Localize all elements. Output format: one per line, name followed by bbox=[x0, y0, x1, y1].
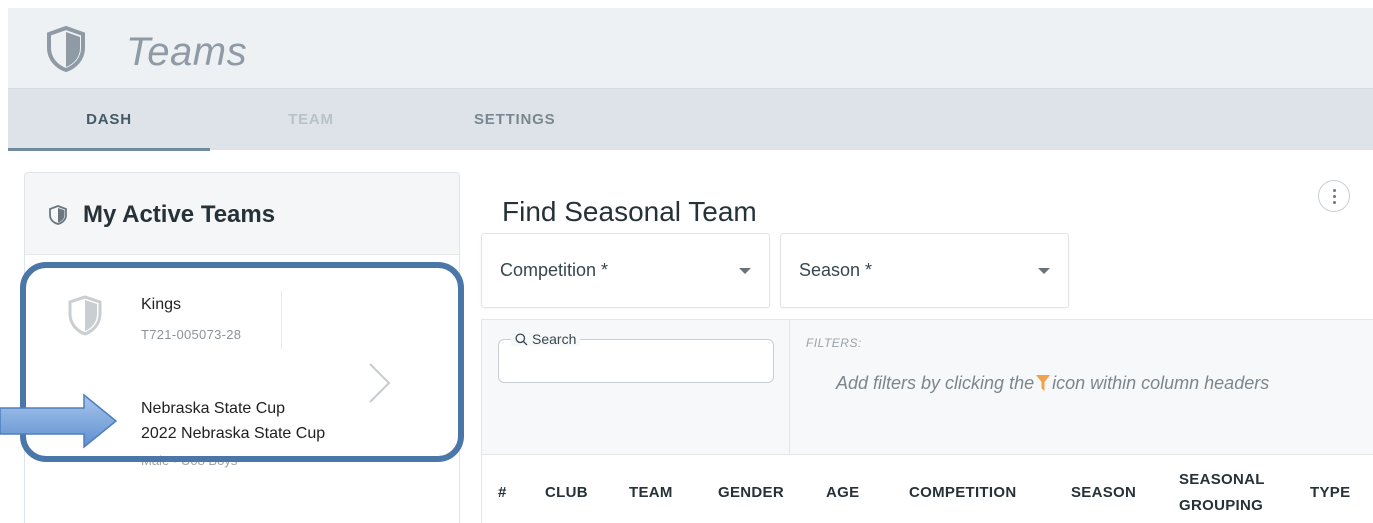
filters-hint-start: Add filters by clicking the bbox=[836, 373, 1035, 393]
tab-team[interactable]: TEAM bbox=[210, 89, 412, 151]
column-header-team[interactable]: TEAM bbox=[629, 455, 673, 523]
search-label-text: Search bbox=[532, 331, 577, 347]
shield-icon bbox=[49, 205, 67, 225]
app-header: Teams bbox=[8, 8, 1373, 88]
divider bbox=[789, 320, 790, 454]
filters-hint: Add filters by clicking the icon within c… bbox=[836, 368, 1306, 398]
active-teams-card: My Active Teams Kings T721-005073-28 Neb… bbox=[24, 172, 460, 523]
caret-down-icon bbox=[1038, 268, 1050, 274]
column-header-competition[interactable]: COMPETITION bbox=[909, 455, 1016, 523]
shield-icon bbox=[47, 26, 85, 72]
column-header-gender[interactable]: GENDER bbox=[718, 455, 784, 523]
app-title: Teams bbox=[126, 30, 248, 74]
column-header-type[interactable]: TYPE bbox=[1310, 455, 1350, 523]
column-header-age[interactable]: AGE bbox=[826, 455, 859, 523]
search-input[interactable] bbox=[507, 350, 765, 374]
kebab-menu-icon[interactable] bbox=[1318, 180, 1350, 212]
competition-select-label: Competition * bbox=[500, 260, 609, 280]
filters-hint-end: icon within column headers bbox=[1052, 373, 1270, 393]
season-select-label: Season * bbox=[799, 260, 873, 280]
tab-bar: DASH TEAM SETTINGS bbox=[8, 88, 1373, 151]
search-label: Search bbox=[511, 331, 581, 347]
funnel-icon bbox=[1036, 375, 1051, 391]
team-competition: Nebraska State Cup bbox=[141, 400, 286, 417]
tab-settings[interactable]: SETTINGS bbox=[474, 89, 594, 151]
find-seasonal-team-title: Find Seasonal Team bbox=[502, 196, 757, 227]
team-grid: Search FILTERS: Add filters by clicking … bbox=[481, 319, 1373, 523]
team-gender-age: Male • U08 Boys bbox=[141, 453, 238, 468]
team-season: 2022 Nebraska State Cup bbox=[141, 425, 326, 442]
column-header-club[interactable]: CLUB bbox=[545, 455, 588, 523]
chevron-right-icon[interactable] bbox=[367, 361, 393, 405]
active-teams-title: My Active Teams bbox=[83, 201, 276, 228]
team-name: Kings bbox=[141, 296, 182, 313]
filters-label: FILTERS: bbox=[806, 336, 862, 350]
grid-column-headers: # CLUB TEAM GENDER AGE COMPETITION SEASO… bbox=[482, 454, 1373, 523]
team-code: T721-005073-28 bbox=[141, 327, 242, 342]
annotation-arrow-icon bbox=[0, 393, 118, 449]
search-icon bbox=[515, 332, 528, 345]
tab-dash[interactable]: DASH bbox=[8, 89, 210, 151]
search-field[interactable]: Search bbox=[498, 332, 774, 383]
active-teams-header: My Active Teams bbox=[25, 173, 459, 255]
column-header-season[interactable]: SEASON bbox=[1071, 455, 1136, 523]
team-list-item[interactable]: Kings T721-005073-28 Nebraska State Cup … bbox=[25, 255, 459, 523]
divider bbox=[281, 291, 282, 349]
column-header-number[interactable]: # bbox=[498, 455, 507, 523]
season-select[interactable]: Season * bbox=[780, 233, 1069, 308]
column-header-seasonal-grouping[interactable]: SEASONAL GROUPING bbox=[1179, 455, 1264, 523]
active-tab-indicator bbox=[8, 148, 210, 151]
competition-select[interactable]: Competition * bbox=[481, 233, 770, 308]
caret-down-icon bbox=[739, 268, 751, 274]
shield-icon bbox=[68, 295, 102, 336]
